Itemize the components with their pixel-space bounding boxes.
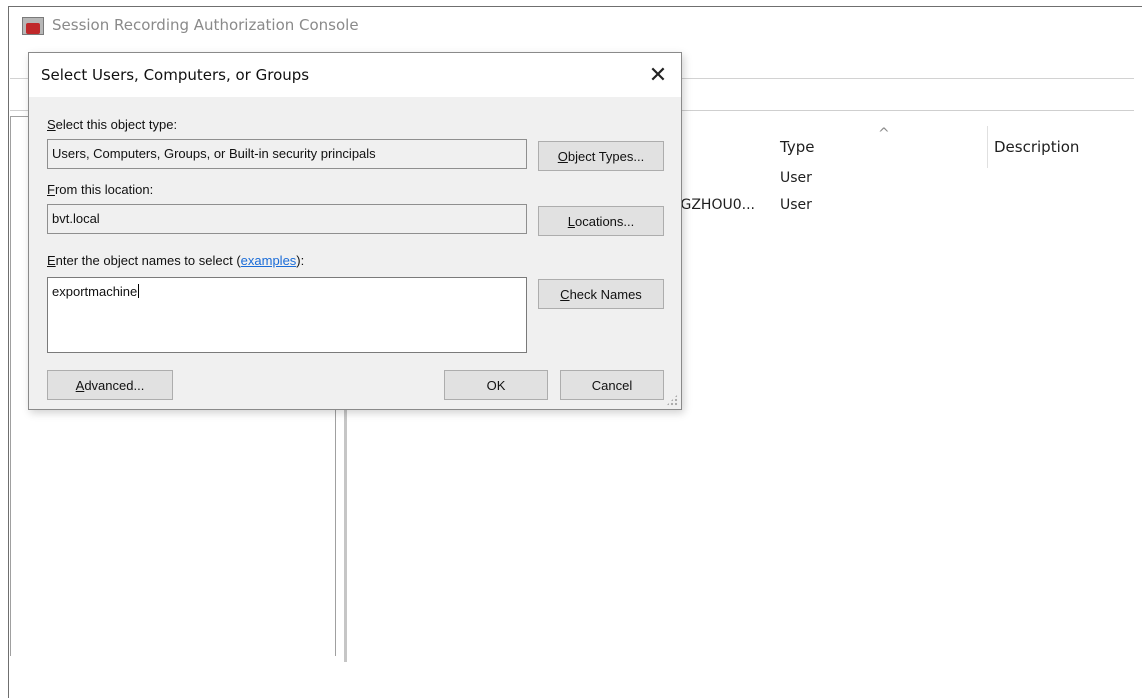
close-icon: ✕	[648, 62, 668, 88]
advanced-button[interactable]: Advanced...	[47, 370, 173, 400]
row-type: User	[780, 170, 812, 186]
location-field: bvt.local	[47, 204, 527, 234]
sort-ascending-icon: ^	[878, 126, 890, 142]
object-type-label: Select this object type:	[47, 117, 178, 132]
dialog-title: Select Users, Computers, or Groups	[41, 66, 310, 84]
location-label: From this location:	[47, 182, 154, 197]
column-header-name[interactable]	[676, 126, 776, 168]
ok-button[interactable]: OK	[444, 370, 548, 400]
check-names-button[interactable]: Check Names	[538, 279, 664, 309]
cancel-button[interactable]: Cancel	[560, 370, 664, 400]
examples-link[interactable]: examples	[241, 253, 297, 268]
close-button[interactable]: ✕	[641, 59, 675, 91]
resize-grip[interactable]	[666, 394, 678, 406]
list-header: Type ^ Description	[676, 126, 1134, 168]
object-names-label: Enter the object names to select (exampl…	[47, 253, 305, 268]
row-type: User	[780, 197, 812, 213]
column-header-description-label: Description	[994, 138, 1080, 156]
list-row[interactable]: NGZHOU0... User	[670, 197, 976, 219]
object-types-button[interactable]: Object Types...	[538, 141, 664, 171]
session-recording-app-icon	[22, 15, 44, 35]
column-header-type-label: Type	[780, 138, 815, 156]
list-row[interactable]: User	[676, 170, 976, 192]
object-type-field: Users, Computers, Groups, or Built-in se…	[47, 139, 527, 169]
dialog-title-bar[interactable]: Select Users, Computers, or Groups ✕	[29, 53, 681, 97]
row-name: NGZHOU0...	[670, 197, 755, 213]
text-caret	[138, 284, 140, 298]
console-title: Session Recording Authorization Console	[52, 16, 359, 34]
object-names-input[interactable]: exportmachine	[47, 277, 527, 353]
console-title-bar: Session Recording Authorization Console	[22, 12, 359, 38]
column-header-description[interactable]: Description	[994, 126, 1134, 168]
locations-button[interactable]: Locations...	[538, 206, 664, 236]
column-separator[interactable]	[987, 126, 988, 168]
select-users-dialog: Select Users, Computers, or Groups ✕ Sel…	[28, 52, 682, 410]
